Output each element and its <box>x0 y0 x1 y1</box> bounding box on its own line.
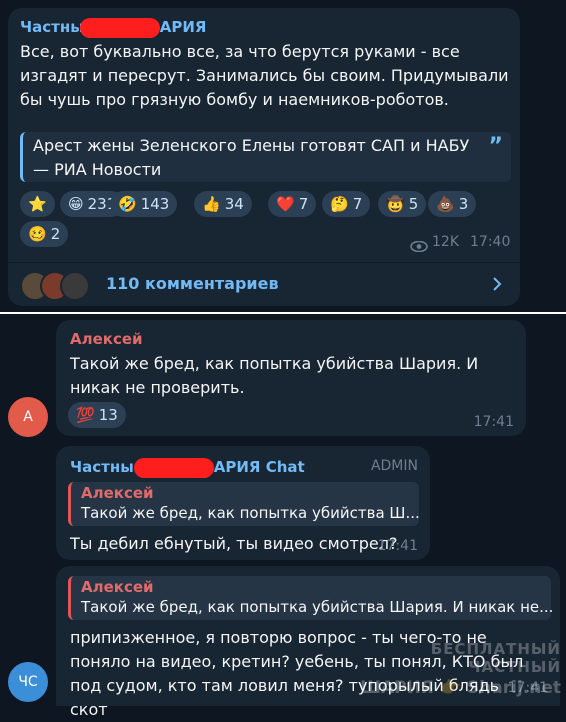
link-preview-title: Арест жены Зеленского Елены готовят САП … <box>33 136 470 179</box>
link-preview[interactable]: Арест жены Зеленского Елены готовят САП … <box>20 132 511 182</box>
message-text: Такой же бред, как попытка убийства Шари… <box>70 354 479 397</box>
message-time: 17:41 <box>473 414 514 430</box>
message-time: 17:41 <box>507 680 548 696</box>
screenshot-divider <box>0 312 566 314</box>
message-text: припизженное, я повторю вопрос - ты чего… <box>70 628 524 719</box>
star-icon: ⭐ <box>28 194 47 213</box>
avatar[interactable]: ЧС <box>8 662 48 702</box>
redaction-mark <box>134 458 214 478</box>
message-time: 17:41 <box>377 538 418 554</box>
woozy-icon: 🥴 <box>28 224 47 243</box>
reaction-count: 143 <box>140 195 170 213</box>
grin-icon: 😁 <box>68 194 84 213</box>
reaction-woozy[interactable]: 🥴 2 <box>20 221 69 247</box>
reaction-star[interactable]: ⭐ <box>20 191 55 217</box>
cowboy-icon: 🤠 <box>386 194 405 213</box>
reply-quote[interactable]: Алексей Такой же бред, как попытка убийс… <box>68 576 554 620</box>
redaction-mark <box>80 18 160 38</box>
view-count: 12K <box>432 234 459 250</box>
message-alexey: Алексей Такой же бред, как попытка убийс… <box>56 320 526 436</box>
reaction-heart[interactable]: ❤️ 7 <box>268 191 317 217</box>
rofl-icon: 🤣 <box>118 194 137 213</box>
reaction-poop[interactable]: 💩 3 <box>428 191 477 217</box>
heart-icon: ❤️ <box>276 194 295 213</box>
reaction-cowboy[interactable]: 🤠 5 <box>378 191 427 217</box>
quote-text: Такой же бред, как попытка убийства Шари… <box>81 598 554 616</box>
quote-text: Такой же бред, как попытка убийства Ш... <box>81 504 420 522</box>
eye-icon <box>410 237 428 253</box>
avatar[interactable]: А <box>8 397 48 437</box>
reaction-thumbs-up[interactable]: 👍 34 <box>194 191 252 217</box>
reaction-count: 13 <box>98 406 118 424</box>
comments-label: 110 комментариев <box>106 274 279 293</box>
quote-icon: ” <box>488 134 503 159</box>
admin-badge: ADMIN <box>370 458 418 474</box>
post-text: Все, вот буквально все, за что берутся р… <box>20 42 509 109</box>
chevron-right-icon <box>492 276 502 296</box>
reaction-count: 2 <box>50 225 61 243</box>
reaction-count: 7 <box>298 195 309 213</box>
message-admin: Частны АРИЯ Chat ADMIN Алексей Такой же б… <box>56 446 430 560</box>
reaction-hundred[interactable]: 💯 13 <box>68 402 126 428</box>
poop-icon: 💩 <box>436 194 455 213</box>
reaction-rofl[interactable]: 🤣 143 <box>110 191 178 217</box>
channel-post: Частны АРИЯ Все, вот буквально все, за чт… <box>8 8 520 306</box>
quote-author: Алексей <box>81 484 154 502</box>
comments-bar[interactable]: 110 комментариев <box>8 263 520 306</box>
thinking-icon: 🤔 <box>330 194 349 213</box>
message-text: Ты дебил ебнутый, ты видео смотрел? <box>70 534 398 553</box>
reply-quote[interactable]: Алексей Такой же бред, как попытка убийс… <box>68 482 420 526</box>
commenter-avatar <box>60 271 90 301</box>
thumbs-up-icon: 👍 <box>202 194 221 213</box>
reaction-count: 34 <box>224 195 244 213</box>
hundred-icon: 💯 <box>76 405 95 424</box>
post-time: 17:40 <box>470 234 511 250</box>
reaction-count: 5 <box>408 195 419 213</box>
quote-author: Алексей <box>81 578 154 596</box>
message-author[interactable]: Алексей <box>70 330 143 348</box>
reaction-count: 7 <box>352 195 363 213</box>
reaction-count: 3 <box>458 195 469 213</box>
message-reply: Алексей Такой же бред, как попытка убийс… <box>56 566 560 719</box>
reaction-thinking[interactable]: 🤔 7 <box>322 191 371 217</box>
